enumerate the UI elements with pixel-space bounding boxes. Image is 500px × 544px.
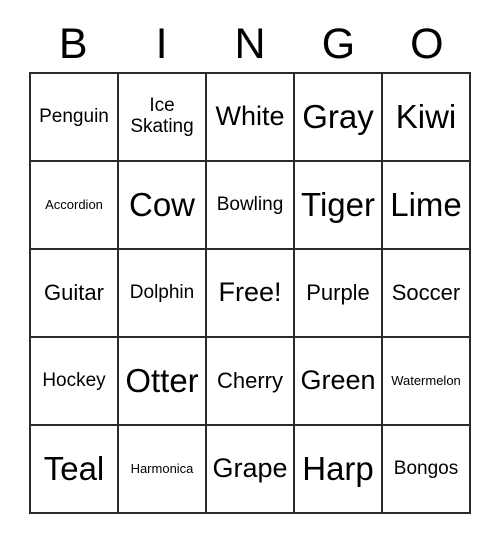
bingo-cell-label: Accordion [45, 196, 103, 212]
bingo-cell[interactable]: Purple [295, 250, 383, 338]
bingo-cell-label: Gray [302, 98, 374, 136]
bingo-cell[interactable]: Teal [31, 426, 119, 514]
bingo-cell-label: Green [300, 365, 376, 396]
bingo-cell-label: Kiwi [395, 98, 457, 136]
bingo-cell-label: Bongos [393, 457, 459, 479]
header-letter-g: G [321, 19, 356, 68]
bingo-cell-label: Otter [125, 362, 199, 400]
bingo-cell[interactable]: Soccer [383, 250, 471, 338]
bingo-cell-label: Free! [218, 277, 282, 308]
bingo-cell[interactable]: Cherry [207, 338, 295, 426]
bingo-cell-label: Tiger [301, 186, 375, 224]
bingo-cell-free[interactable]: Free! [207, 250, 295, 338]
bingo-cell[interactable]: Grape [207, 426, 295, 514]
bingo-cell-label: Purple [306, 280, 370, 306]
bingo-cell-label: Teal [43, 450, 105, 488]
bingo-cell-label: Grape [212, 453, 288, 484]
bingo-cell-label: Cherry [216, 368, 283, 394]
bingo-cell-label: Ice Skating [130, 95, 194, 137]
bingo-cell-label: Watermelon [391, 372, 461, 388]
bingo-card: B I N G O Penguin Ice Skating White Gray Kiw… [0, 0, 500, 544]
bingo-cell-label: Guitar [44, 280, 104, 306]
bingo-cell-label: Bowling [216, 193, 284, 215]
bingo-cell[interactable]: Penguin [31, 74, 119, 162]
bingo-header-row: B I N G O [29, 16, 471, 72]
bingo-cell[interactable]: Harmonica [119, 426, 207, 514]
bingo-cell[interactable]: Green [295, 338, 383, 426]
bingo-cell-label: White [215, 101, 285, 132]
bingo-cell-label: Harmonica [130, 460, 194, 476]
bingo-cell[interactable]: Ice Skating [119, 74, 207, 162]
bingo-cell-label: Soccer [391, 280, 461, 306]
bingo-cell[interactable]: Lime [383, 162, 471, 250]
bingo-cell-label: Hockey [42, 369, 106, 391]
header-letter-n: N [234, 19, 266, 68]
bingo-cell[interactable]: Otter [119, 338, 207, 426]
bingo-cell[interactable]: Bowling [207, 162, 295, 250]
bingo-grid: Penguin Ice Skating White Gray Kiwi Accordion… [29, 72, 471, 514]
bingo-cell-label: Dolphin [129, 281, 195, 303]
bingo-cell[interactable]: Guitar [31, 250, 119, 338]
bingo-cell[interactable]: Kiwi [383, 74, 471, 162]
bingo-cell[interactable]: Tiger [295, 162, 383, 250]
bingo-cell-label: Harp [302, 450, 374, 488]
bingo-cell[interactable]: Harp [295, 426, 383, 514]
bingo-cell[interactable]: Bongos [383, 426, 471, 514]
bingo-cell[interactable]: White [207, 74, 295, 162]
bingo-cell-label: Penguin [39, 105, 109, 127]
bingo-cell[interactable]: Hockey [31, 338, 119, 426]
bingo-cell[interactable]: Cow [119, 162, 207, 250]
bingo-cell[interactable]: Watermelon [383, 338, 471, 426]
bingo-cell-label: Cow [128, 186, 196, 224]
bingo-cell[interactable]: Gray [295, 74, 383, 162]
header-letter-i: I [155, 19, 168, 68]
header-letter-o: O [410, 19, 444, 68]
header-letter-b: B [58, 19, 88, 68]
bingo-cell-label: Lime [390, 186, 462, 224]
bingo-cell[interactable]: Dolphin [119, 250, 207, 338]
bingo-cell[interactable]: Accordion [31, 162, 119, 250]
